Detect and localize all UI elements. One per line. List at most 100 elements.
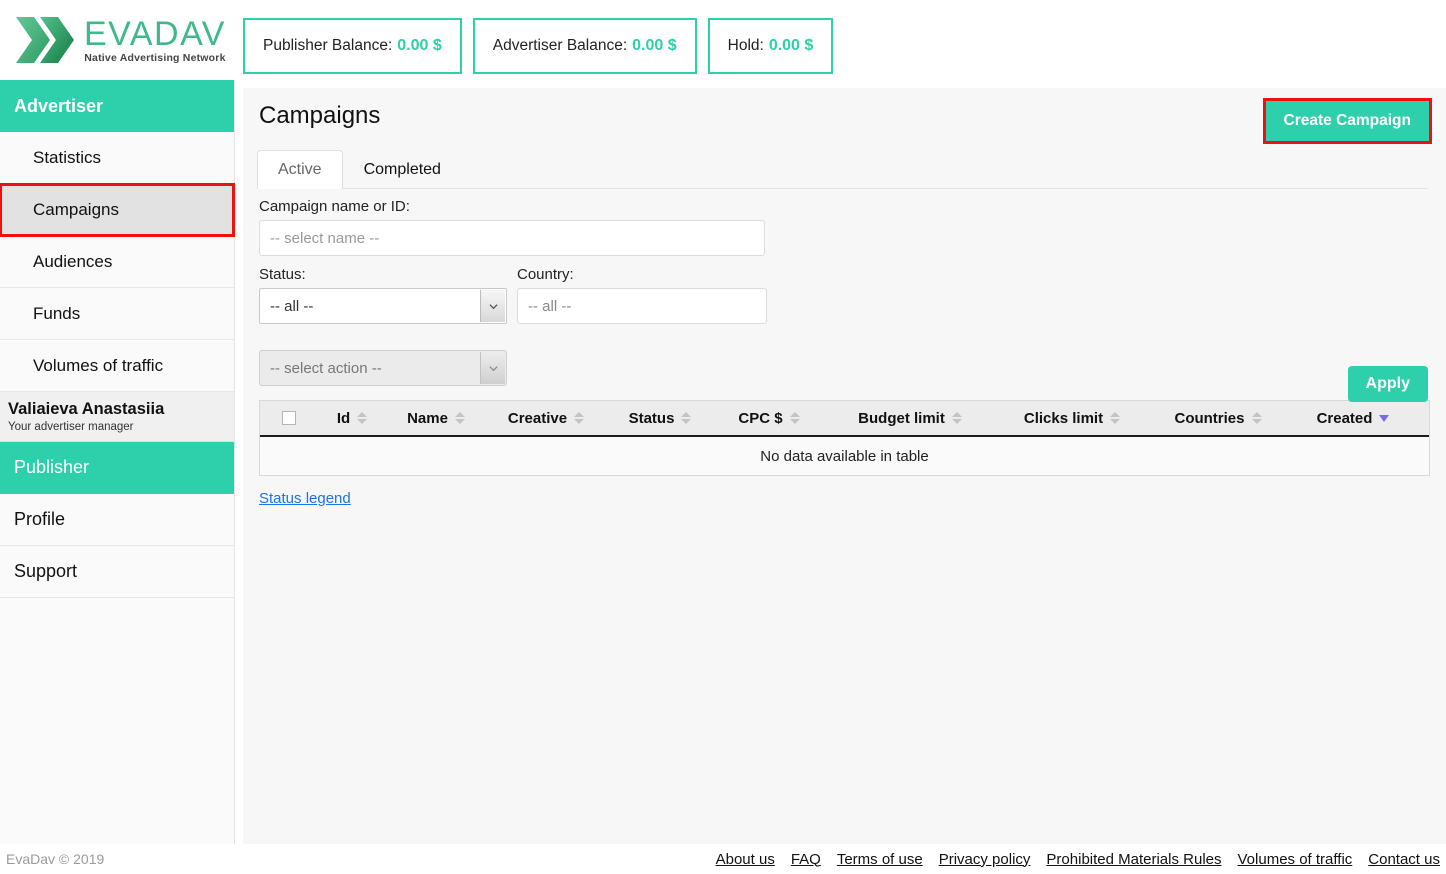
- status-legend-link[interactable]: Status legend: [259, 490, 351, 507]
- status-select-value: -- all --: [270, 297, 314, 315]
- footer-link-about-us[interactable]: About us: [716, 851, 775, 868]
- manager-name: Valiaieva Anastasiia: [8, 400, 165, 418]
- sidebar-item-volumes-of-traffic[interactable]: Volumes of traffic: [0, 340, 234, 392]
- hold-value: 0.00 $: [768, 37, 814, 54]
- column-header-creative[interactable]: Creative: [486, 401, 606, 435]
- hold-balance-box: Hold: 0.00 $: [707, 18, 834, 74]
- sidebar-item-volumes-of-traffic-label: Volumes of traffic: [33, 355, 164, 375]
- column-header-creative-label: Creative: [507, 409, 568, 427]
- sort-arrows-icon[interactable]: [789, 412, 800, 424]
- sort-arrows-icon[interactable]: [1251, 412, 1262, 424]
- column-header-clicks-limit[interactable]: Clicks limit: [996, 401, 1148, 435]
- footer-link-contact-us[interactable]: Contact us: [1368, 851, 1440, 868]
- sidebar-item-profile[interactable]: Profile: [0, 493, 234, 546]
- column-header-name-label: Name: [407, 409, 448, 427]
- advertiser-balance-value: 0.00 $: [632, 37, 677, 54]
- column-header-created[interactable]: Created: [1288, 401, 1418, 435]
- campaign-name-label: Campaign name or ID:: [259, 198, 410, 215]
- column-header-id-label: Id: [336, 409, 351, 427]
- sort-desc-arrow-icon[interactable]: [1379, 414, 1390, 422]
- filter-panel: Campaign name or ID: -- select name -- S…: [243, 189, 1446, 324]
- status-label: Status:: [259, 266, 306, 283]
- chevron-down-icon[interactable]: [480, 290, 505, 322]
- campaign-name-placeholder: -- select name --: [270, 229, 380, 247]
- publisher-balance-label: Publisher Balance:: [263, 37, 393, 54]
- sidebar-item-audiences-label: Audiences: [33, 251, 113, 271]
- sort-arrows-icon[interactable]: [574, 412, 585, 424]
- status-select[interactable]: -- all --: [259, 288, 507, 324]
- country-input[interactable]: -- all --: [517, 288, 767, 324]
- sidebar-item-statistics-label: Statistics: [33, 147, 102, 167]
- column-header-status[interactable]: Status: [606, 401, 714, 435]
- brand-tagline: Native Advertising Network: [84, 51, 226, 64]
- sidebar-section-advertiser[interactable]: Advertiser: [0, 80, 234, 132]
- select-all-checkbox[interactable]: [282, 411, 296, 425]
- column-header-clicks-limit-label: Clicks limit: [1023, 409, 1104, 427]
- column-header-status-label: Status: [628, 409, 675, 427]
- sort-arrows-icon[interactable]: [454, 412, 465, 424]
- table-header-row: Id Name Creative Status CPC $ Budget lim…: [260, 401, 1429, 437]
- sort-arrows-icon[interactable]: [1110, 412, 1121, 424]
- campaign-tabs: Active Completed: [257, 149, 1446, 189]
- campaign-name-input[interactable]: -- select name --: [259, 220, 765, 256]
- sidebar: Advertiser Statistics Campaigns Audience…: [0, 80, 235, 844]
- sidebar-item-funds-label: Funds: [33, 303, 81, 323]
- tab-completed[interactable]: Completed: [343, 150, 462, 189]
- advertiser-manager-block: Valiaieva Anastasiia Your advertiser man…: [0, 392, 234, 442]
- footer-links: About us FAQ Terms of use Privacy policy…: [716, 851, 1440, 868]
- sidebar-item-funds[interactable]: Funds: [0, 288, 234, 340]
- country-label: Country:: [517, 266, 574, 283]
- sort-arrows-icon[interactable]: [357, 412, 368, 424]
- footer-copyright: EvaDav © 2019: [6, 851, 105, 867]
- sidebar-section-publisher[interactable]: Publisher: [0, 441, 234, 494]
- bulk-action-value: -- select action --: [270, 359, 382, 377]
- sidebar-item-campaigns-label: Campaigns: [33, 199, 119, 219]
- brand-logo[interactable]: EVADAV Native Advertising Network: [0, 0, 235, 80]
- sidebar-item-campaigns[interactable]: Campaigns: [0, 183, 235, 237]
- column-header-id[interactable]: Id: [318, 401, 386, 435]
- column-header-name[interactable]: Name: [386, 401, 486, 435]
- column-header-budget-limit[interactable]: Budget limit: [824, 401, 996, 435]
- country-placeholder: -- all --: [528, 297, 572, 315]
- filter-row: Status: -- all -- Country: -- all --: [259, 266, 1428, 324]
- select-all-checkbox-cell[interactable]: [260, 401, 318, 435]
- sidebar-item-audiences[interactable]: Audiences: [0, 236, 234, 288]
- sidebar-section-publisher-label: Publisher: [14, 457, 90, 478]
- sidebar-item-statistics[interactable]: Statistics: [0, 132, 234, 184]
- advertiser-balance-box: Advertiser Balance: 0.00 $: [472, 18, 697, 74]
- create-campaign-button[interactable]: Create Campaign: [1262, 98, 1432, 144]
- footer-link-volumes-of-traffic[interactable]: Volumes of traffic: [1238, 851, 1353, 868]
- tab-active[interactable]: Active: [257, 150, 343, 189]
- status-filter-group: Status: -- all --: [259, 266, 507, 324]
- app-root: EVADAV Native Advertising Network Publis…: [0, 0, 1446, 874]
- footer-link-privacy-policy[interactable]: Privacy policy: [939, 851, 1031, 868]
- sort-arrows-icon[interactable]: [951, 412, 962, 424]
- apply-button[interactable]: Apply: [1347, 366, 1428, 402]
- publisher-balance-box: Publisher Balance: 0.00 $: [243, 18, 462, 74]
- table-empty-message: No data available in table: [260, 437, 1429, 475]
- main-content: Campaigns Create Campaign Active Complet…: [243, 88, 1446, 844]
- brand-name: EVADAV: [84, 14, 226, 53]
- column-header-countries-label: Countries: [1174, 409, 1245, 427]
- bulk-action-select[interactable]: -- select action --: [259, 350, 507, 386]
- publisher-balance-value: 0.00 $: [397, 37, 442, 54]
- sidebar-item-support[interactable]: Support: [0, 545, 234, 598]
- column-header-budget-limit-label: Budget limit: [858, 409, 945, 427]
- column-header-countries[interactable]: Countries: [1148, 401, 1288, 435]
- sort-arrows-icon[interactable]: [681, 412, 692, 424]
- manager-role: Your advertiser manager: [8, 420, 134, 433]
- hold-label: Hold:: [727, 37, 764, 54]
- footer-link-terms-of-use[interactable]: Terms of use: [837, 851, 923, 868]
- column-header-created-label: Created: [1316, 409, 1373, 427]
- campaigns-table: Id Name Creative Status CPC $ Budget lim…: [259, 400, 1430, 476]
- column-header-cpc[interactable]: CPC $: [714, 401, 824, 435]
- footer-link-faq[interactable]: FAQ: [791, 851, 821, 868]
- sidebar-item-profile-label: Profile: [14, 508, 66, 529]
- advertiser-balance-label: Advertiser Balance:: [492, 37, 628, 54]
- footer-link-prohibited-materials-rules[interactable]: Prohibited Materials Rules: [1046, 851, 1221, 868]
- chevron-down-icon[interactable]: [480, 352, 505, 384]
- sidebar-item-support-label: Support: [14, 560, 78, 581]
- balance-bar: Publisher Balance: 0.00 $ Advertiser Bal…: [243, 18, 834, 74]
- evadav-chevron-icon: [16, 17, 74, 63]
- column-header-cpc-label: CPC $: [738, 409, 783, 427]
